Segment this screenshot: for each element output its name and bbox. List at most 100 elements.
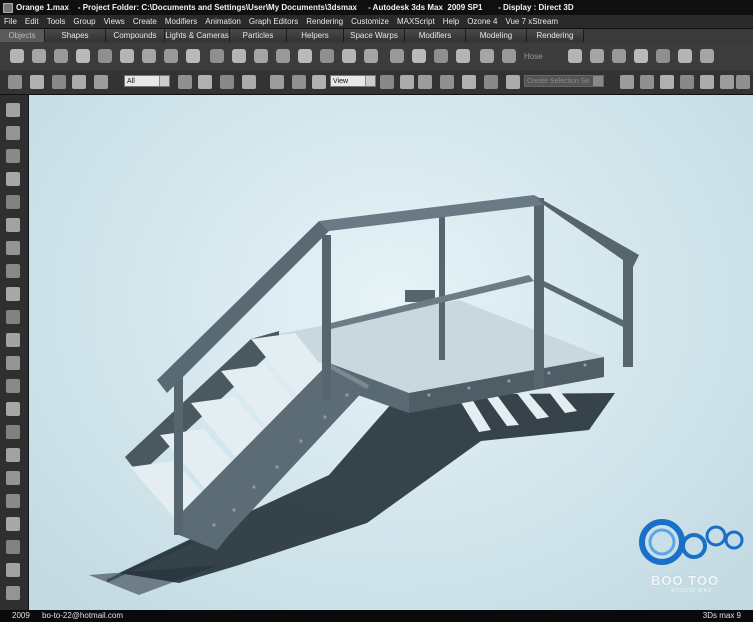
material-editor-icon[interactable] <box>700 75 714 89</box>
reactor-tool-icon[interactable] <box>6 563 20 577</box>
script-tool-icon[interactable] <box>6 586 20 600</box>
mirror-icon[interactable] <box>506 75 520 89</box>
sphere-icon[interactable] <box>32 49 46 63</box>
menu-item-graph-editors[interactable]: Graph Editors <box>245 17 302 26</box>
menu-item-modifiers[interactable]: Modifiers <box>161 17 201 26</box>
menu-item-edit[interactable]: Edit <box>21 17 43 26</box>
shell-tool-icon[interactable] <box>6 333 20 347</box>
blizzard-icon[interactable] <box>612 49 626 63</box>
app-icon[interactable] <box>3 2 13 13</box>
schematic-view-icon[interactable] <box>680 75 694 89</box>
wall-tool-icon[interactable] <box>6 195 20 209</box>
cap-holes-tool-icon[interactable] <box>6 379 20 393</box>
rectangular-selection-icon[interactable] <box>220 75 234 89</box>
box-icon[interactable] <box>10 49 24 63</box>
star-shape-icon[interactable] <box>342 49 356 63</box>
tab-modeling[interactable]: Modeling <box>466 29 527 42</box>
tape-helper-icon[interactable] <box>678 49 692 63</box>
menu-item-views[interactable]: Views <box>100 17 129 26</box>
spinner-snap-icon[interactable] <box>484 75 498 89</box>
curve-editor-icon[interactable] <box>660 75 674 89</box>
plane-icon[interactable] <box>210 49 224 63</box>
selection-filter-dropdown[interactable]: All <box>124 75 170 87</box>
tab-particles[interactable]: Particles <box>230 29 287 42</box>
foliage-tool-icon[interactable] <box>6 218 20 232</box>
menu-item-maxscript[interactable]: MAXScript <box>393 17 439 26</box>
unwrap-tool-icon[interactable] <box>6 402 20 416</box>
menu-item-vue-7-xstream[interactable]: Vue 7 xStream <box>501 17 562 26</box>
select-link-icon[interactable] <box>52 75 66 89</box>
pivot-center-icon[interactable] <box>380 75 394 89</box>
pyramid-icon[interactable] <box>186 49 200 63</box>
menu-item-ozone-4[interactable]: Ozone 4 <box>463 17 501 26</box>
extrude-tool-icon[interactable] <box>6 264 20 278</box>
arc-shape-icon[interactable] <box>298 49 312 63</box>
ngon-shape-icon[interactable] <box>320 49 334 63</box>
menu-item-create[interactable]: Create <box>129 17 161 26</box>
terrain-tool-icon[interactable] <box>6 241 20 255</box>
select-move-icon[interactable] <box>270 75 284 89</box>
text-shape-icon[interactable] <box>232 49 246 63</box>
window-tool-icon[interactable] <box>6 172 20 186</box>
scatter-icon[interactable] <box>434 49 448 63</box>
camera-icon[interactable] <box>502 49 516 63</box>
align-icon[interactable] <box>620 75 634 89</box>
point-helper-icon[interactable] <box>656 49 670 63</box>
render-setup-icon[interactable] <box>720 75 734 89</box>
window-crossing-icon[interactable] <box>242 75 256 89</box>
named-selection-set-dropdown[interactable]: Create Selection Se <box>524 75 604 87</box>
percent-snap-icon[interactable] <box>462 75 476 89</box>
select-scale-icon[interactable] <box>312 75 326 89</box>
tab-lights-cameras[interactable]: Lights & Cameras <box>165 29 230 42</box>
snaps-toggle-icon[interactable] <box>418 75 432 89</box>
grid-helper-icon[interactable] <box>700 49 714 63</box>
select-rotate-icon[interactable] <box>292 75 306 89</box>
railing-tool-icon[interactable] <box>6 126 20 140</box>
tab-helpers[interactable]: Helpers <box>287 29 344 42</box>
select-object-icon[interactable] <box>178 75 192 89</box>
menu-item-tools[interactable]: Tools <box>43 17 70 26</box>
hair-tool-icon[interactable] <box>6 517 20 531</box>
render-production-icon[interactable] <box>736 75 750 89</box>
stairs-tool-icon[interactable] <box>6 103 20 117</box>
angle-snap-icon[interactable] <box>440 75 454 89</box>
unlink-icon[interactable] <box>72 75 86 89</box>
layer-manager-icon[interactable] <box>640 75 654 89</box>
flex-tool-icon[interactable] <box>6 494 20 508</box>
tab-space-warps[interactable]: Space Warps <box>344 29 405 42</box>
chamfer-tool-icon[interactable] <box>6 356 20 370</box>
omni-light-icon[interactable] <box>456 49 470 63</box>
door-tool-icon[interactable] <box>6 149 20 163</box>
redo-icon[interactable] <box>30 75 44 89</box>
line-shape-icon[interactable] <box>254 49 268 63</box>
helix-shape-icon[interactable] <box>364 49 378 63</box>
tab-modifiers[interactable]: Modifiers <box>405 29 466 42</box>
menu-item-group[interactable]: Group <box>69 17 99 26</box>
menu-item-file[interactable]: File <box>0 17 21 26</box>
circle-shape-icon[interactable] <box>276 49 290 63</box>
spray-icon[interactable] <box>568 49 582 63</box>
boolean-icon[interactable] <box>390 49 404 63</box>
bevel-tool-icon[interactable] <box>6 287 20 301</box>
undo-icon[interactable] <box>8 75 22 89</box>
tab-rendering[interactable]: Rendering <box>527 29 584 42</box>
dummy-helper-icon[interactable] <box>634 49 648 63</box>
tube-icon[interactable] <box>164 49 178 63</box>
menu-item-customize[interactable]: Customize <box>347 17 393 26</box>
cone-icon[interactable] <box>120 49 134 63</box>
select-manipulate-icon[interactable] <box>400 75 414 89</box>
teapot-icon[interactable] <box>98 49 112 63</box>
menu-item-animation[interactable]: Animation <box>201 17 245 26</box>
uvw-map-tool-icon[interactable] <box>6 425 20 439</box>
menu-item-help[interactable]: Help <box>439 17 463 26</box>
snow-icon[interactable] <box>590 49 604 63</box>
hose-label[interactable]: Hose <box>524 52 543 61</box>
lathe-tool-icon[interactable] <box>6 310 20 324</box>
bind-space-warp-icon[interactable] <box>94 75 108 89</box>
reference-coord-dropdown[interactable]: View <box>330 75 376 87</box>
torus-icon[interactable] <box>76 49 90 63</box>
perspective-viewport[interactable]: BOO TOO STUDIO MAX <box>29 95 753 610</box>
tab-shapes[interactable]: Shapes <box>45 29 106 42</box>
loft-icon[interactable] <box>412 49 426 63</box>
cloth-tool-icon[interactable] <box>6 540 20 554</box>
